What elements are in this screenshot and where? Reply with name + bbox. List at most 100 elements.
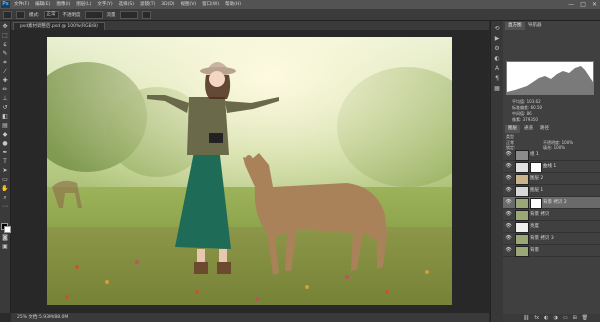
layers-list: 👁 组 1 👁 曲线 1 👁 图层 2 👁 图层 1 👁 背景 拷贝 2 👁 背景 拷贝 👁 亮度 👁 背景 … bbox=[503, 149, 600, 314]
eyedropper-tool-icon[interactable]: ⁄ bbox=[1, 68, 9, 75]
stat-mean: 平均值: 103.62 bbox=[512, 99, 541, 104]
add-mask-icon[interactable]: ◐ bbox=[544, 314, 548, 322]
more-tools-icon[interactable]: ⋯ bbox=[1, 203, 9, 210]
eye-icon[interactable]: 👁 bbox=[505, 235, 512, 242]
layers-panel-footer: ⛓ fx ◐ ◑ ▭ ⊞ 🗑 bbox=[503, 314, 600, 322]
crop-tool-icon[interactable]: ⌗ bbox=[1, 59, 9, 66]
adjustments-panel-icon[interactable]: ◐ bbox=[493, 55, 501, 62]
layer-row[interactable]: 👁 背景 拷贝 2 bbox=[503, 197, 600, 209]
gradient-tool-icon[interactable]: ▤ bbox=[1, 122, 9, 129]
menu-bar: Ps 文件(F) 编辑(E) 图像(I) 图层(L) 文字(Y) 选择(S) 滤… bbox=[0, 0, 600, 9]
path-select-tool-icon[interactable]: ➤ bbox=[1, 167, 9, 174]
paragraph-panel-icon[interactable]: ¶ bbox=[493, 75, 501, 82]
layer-row[interactable]: 👁 曲线 1 bbox=[503, 161, 600, 173]
delete-layer-icon[interactable]: 🗑 bbox=[582, 314, 588, 322]
layer-thumbnail bbox=[515, 174, 529, 185]
eye-icon[interactable]: 👁 bbox=[505, 247, 512, 254]
menu-view[interactable]: 视图(V) bbox=[181, 1, 197, 8]
screen-mode-icon[interactable]: ▣ bbox=[1, 243, 9, 250]
swatches-panel-icon[interactable]: ▦ bbox=[493, 85, 501, 92]
stat-pixels: 像素: 379350 bbox=[512, 117, 538, 122]
menu-window[interactable]: 窗口(W) bbox=[202, 1, 219, 8]
menu-type[interactable]: 文字(Y) bbox=[97, 1, 112, 8]
layer-row[interactable]: 👁 亮度 bbox=[503, 221, 600, 233]
layer-mask-thumbnail[interactable] bbox=[530, 198, 542, 209]
lasso-tool-icon[interactable]: ɕ bbox=[1, 41, 9, 48]
zoom-tool-icon[interactable]: ⌕ bbox=[1, 194, 9, 201]
airbrush-toggle[interactable] bbox=[141, 11, 151, 19]
marquee-tool-icon[interactable]: ⬚ bbox=[1, 32, 9, 39]
tab-histogram[interactable]: 直方图 bbox=[505, 22, 525, 30]
shape-tool-icon[interactable]: ▭ bbox=[1, 176, 9, 183]
layer-row[interactable]: 👁 图层 1 bbox=[503, 185, 600, 197]
flow-label: 流量 bbox=[106, 13, 116, 18]
menu-filter[interactable]: 滤镜(T) bbox=[140, 1, 155, 8]
eye-icon[interactable]: 👁 bbox=[505, 199, 512, 206]
menu-select[interactable]: 选择(S) bbox=[119, 1, 134, 8]
brush-size-picker[interactable] bbox=[16, 11, 25, 19]
tab-channels[interactable]: 通道 bbox=[521, 125, 536, 133]
tools-panel: ✥ ⬚ ɕ ✎ ⌗ ⁄ ✚ ✏ ⊥ ↺ ◧ ▤ ◆ ● ✒ T ➤ ▭ ✋ ⌕ … bbox=[0, 21, 11, 313]
layer-mask-thumbnail[interactable] bbox=[530, 162, 542, 173]
opacity-field[interactable] bbox=[84, 11, 103, 19]
layer-row[interactable]: 👁 背景 拷贝 bbox=[503, 209, 600, 221]
eye-icon[interactable]: 👁 bbox=[505, 187, 512, 194]
menu-file[interactable]: 文件(F) bbox=[14, 1, 29, 8]
flow-field[interactable] bbox=[119, 11, 138, 19]
quick-mask-icon[interactable]: ◙ bbox=[1, 234, 9, 241]
character-panel-icon[interactable]: A bbox=[493, 65, 501, 72]
layer-name: 图层 2 bbox=[530, 176, 544, 181]
maximize-button[interactable]: □ bbox=[580, 1, 586, 8]
eye-icon[interactable]: 👁 bbox=[505, 151, 512, 158]
move-tool-icon[interactable]: ✥ bbox=[1, 23, 9, 30]
mode-select[interactable]: 正常 bbox=[43, 11, 59, 19]
dodge-tool-icon[interactable]: ● bbox=[1, 140, 9, 147]
eraser-tool-icon[interactable]: ◧ bbox=[1, 113, 9, 120]
tab-layers[interactable]: 图层 bbox=[505, 125, 520, 133]
menu-edit[interactable]: 编辑(E) bbox=[35, 1, 50, 8]
eye-icon[interactable]: 👁 bbox=[505, 211, 512, 218]
stamp-tool-icon[interactable]: ⊥ bbox=[1, 95, 9, 102]
type-tool-icon[interactable]: T bbox=[1, 158, 9, 165]
actions-panel-icon[interactable]: ▶ bbox=[493, 35, 501, 42]
layer-thumbnail bbox=[515, 222, 529, 233]
layer-row[interactable]: 👁 背景 bbox=[503, 245, 600, 257]
history-brush-tool-icon[interactable]: ↺ bbox=[1, 104, 9, 111]
minimize-button[interactable]: — bbox=[568, 1, 574, 8]
history-panel-icon[interactable]: ⟲ bbox=[493, 25, 501, 32]
healing-tool-icon[interactable]: ✚ bbox=[1, 77, 9, 84]
mode-label: 模式: bbox=[29, 13, 40, 18]
pen-tool-icon[interactable]: ✒ bbox=[1, 149, 9, 156]
close-button[interactable]: ✕ bbox=[592, 1, 597, 8]
stat-stddev: 标准偏差: 60.50 bbox=[512, 105, 543, 110]
layer-thumbnail bbox=[515, 246, 529, 257]
layer-thumbnail bbox=[515, 186, 529, 197]
tab-navigator[interactable]: 导航器 bbox=[525, 22, 545, 30]
blur-tool-icon[interactable]: ◆ bbox=[1, 131, 9, 138]
hand-tool-icon[interactable]: ✋ bbox=[1, 185, 9, 192]
eye-icon[interactable]: 👁 bbox=[505, 175, 512, 182]
new-layer-icon[interactable]: ⊞ bbox=[573, 314, 577, 322]
menu-help[interactable]: 帮助(H) bbox=[225, 1, 241, 8]
tab-paths[interactable]: 路径 bbox=[537, 125, 552, 133]
layer-style-icon[interactable]: fx bbox=[534, 314, 539, 322]
quick-select-tool-icon[interactable]: ✎ bbox=[1, 50, 9, 57]
layer-filter-kind[interactable]: 类型 bbox=[506, 134, 514, 139]
eye-icon[interactable]: 👁 bbox=[505, 223, 512, 230]
new-group-icon[interactable]: ▭ bbox=[563, 314, 568, 322]
layer-row[interactable]: 👁 图层 2 bbox=[503, 173, 600, 185]
menu-image[interactable]: 图像(I) bbox=[56, 1, 70, 8]
background-color-swatch[interactable] bbox=[4, 226, 11, 233]
link-layers-icon[interactable]: ⛓ bbox=[523, 314, 529, 322]
eye-icon[interactable]: 👁 bbox=[505, 163, 512, 170]
brush-tool-icon[interactable]: ✏ bbox=[1, 86, 9, 93]
menu-layer[interactable]: 图层(L) bbox=[76, 1, 91, 8]
properties-panel-icon[interactable]: ⚙ bbox=[493, 45, 501, 52]
menu-3d[interactable]: 3D(D) bbox=[161, 1, 174, 8]
tool-preset-picker[interactable] bbox=[3, 11, 12, 19]
adjustment-layer-icon[interactable]: ◑ bbox=[553, 314, 557, 322]
layer-row[interactable]: 👁 背景 拷贝 3 bbox=[503, 233, 600, 245]
image-canvas[interactable] bbox=[47, 37, 452, 305]
layer-row[interactable]: 👁 组 1 bbox=[503, 149, 600, 161]
photoshop-logo-icon: Ps bbox=[1, 1, 10, 8]
